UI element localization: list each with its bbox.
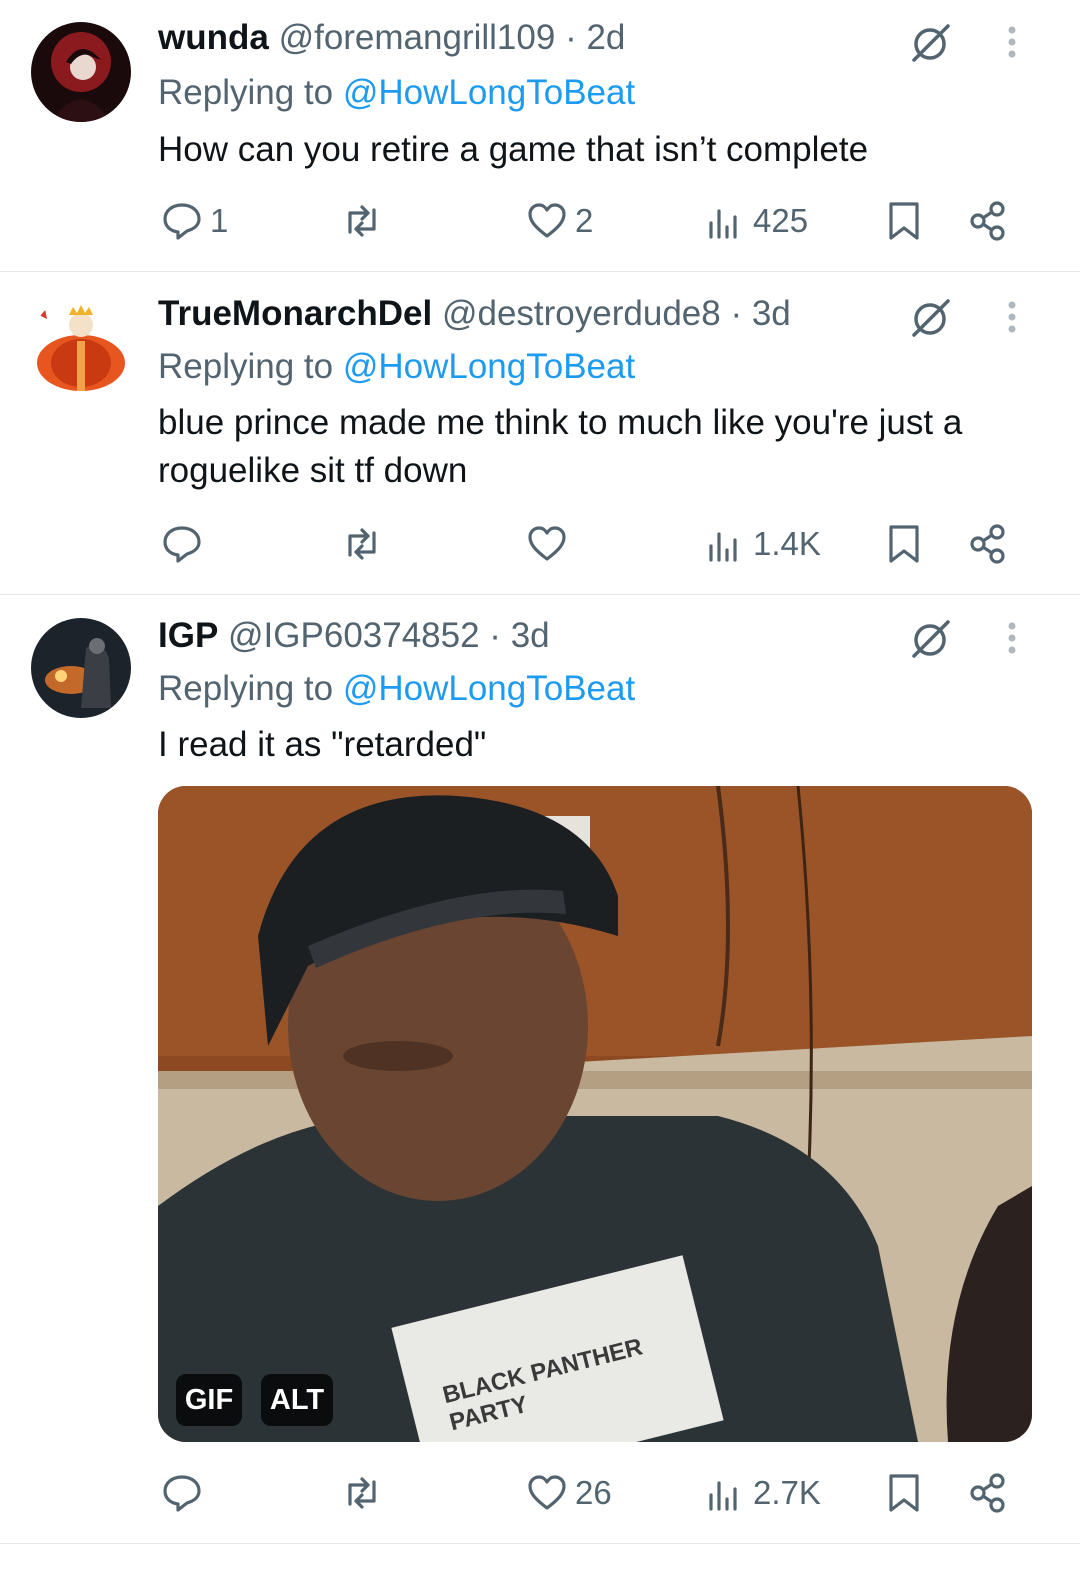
views-icon	[709, 1481, 737, 1511]
bookmark-button[interactable]	[882, 191, 926, 251]
user-handle[interactable]: @IGP60374852	[228, 616, 480, 655]
avatar[interactable]	[31, 295, 131, 395]
gif-badge: GIF	[176, 1374, 242, 1426]
views-button[interactable]: 1.4K	[703, 514, 821, 574]
share-button[interactable]	[966, 514, 1010, 574]
replying-to: Replying to @HowLongToBeat	[158, 73, 635, 113]
more-icon[interactable]	[998, 295, 1026, 343]
alt-badge[interactable]: ALT	[261, 1374, 333, 1426]
share-icon	[970, 201, 1005, 241]
views-count: 1.4K	[753, 525, 821, 562]
views-button[interactable]: 425	[703, 191, 808, 251]
reply-button[interactable]	[160, 1463, 210, 1523]
reply-button[interactable]	[160, 514, 210, 574]
replying-to: Replying to @HowLongToBeat	[158, 347, 635, 387]
bookmark-icon	[889, 525, 919, 563]
more-icon[interactable]	[998, 20, 1026, 68]
reply-icon	[163, 203, 201, 240]
tweet-header: wunda @foremangrill109 · 2d	[158, 18, 625, 58]
retweet-icon	[348, 205, 376, 237]
replying-to-label: Replying to	[158, 669, 343, 708]
like-button[interactable]: 2	[525, 191, 593, 251]
share-icon	[970, 1473, 1005, 1513]
display-name[interactable]: IGP	[158, 616, 218, 655]
share-button[interactable]	[966, 191, 1010, 251]
bookmark-icon	[889, 1474, 919, 1512]
tweet[interactable]: wunda @foremangrill109 · 2d Replying to …	[0, 0, 1080, 272]
reply-button[interactable]: 1	[160, 191, 228, 251]
separator: ·	[479, 616, 511, 655]
retweet-button[interactable]	[340, 1463, 390, 1523]
separator: ·	[555, 18, 587, 57]
retweet-icon	[348, 1477, 376, 1509]
views-icon	[709, 209, 737, 239]
views-count: 2.7K	[753, 1474, 821, 1511]
replying-to-handle[interactable]: @HowLongToBeat	[343, 669, 635, 708]
user-handle[interactable]: @foremangrill109	[279, 18, 556, 57]
tweet-actions: 26 2.7K	[0, 1463, 1080, 1523]
bookmark-button[interactable]	[882, 514, 926, 574]
tweet-text: How can you retire a game that isn’t com…	[158, 130, 869, 169]
retweet-button[interactable]	[340, 514, 390, 574]
bookmark-icon	[889, 202, 919, 240]
like-count: 2	[575, 202, 594, 239]
display-name[interactable]: wunda	[158, 18, 269, 57]
share-button[interactable]	[966, 1463, 1010, 1523]
grok-icon[interactable]	[906, 295, 954, 343]
views-button[interactable]: 2.7K	[703, 1463, 821, 1523]
timestamp[interactable]: 3d	[511, 616, 550, 655]
like-button[interactable]: 26	[525, 1463, 612, 1523]
user-handle[interactable]: @destroyerdude8	[442, 294, 721, 333]
tweet-header: TrueMonarchDel @destroyerdude8 · 3d	[158, 294, 791, 334]
views-icon	[709, 532, 737, 562]
timestamp[interactable]: 3d	[752, 294, 791, 333]
like-icon	[528, 203, 566, 238]
like-count: 26	[575, 1474, 612, 1511]
separator: ·	[720, 294, 752, 333]
more-icon[interactable]	[998, 616, 1026, 664]
replying-to-label: Replying to	[158, 73, 343, 112]
like-button[interactable]	[525, 514, 575, 574]
tweet-text: I read it as "retarded"	[158, 725, 487, 764]
avatar[interactable]	[31, 22, 131, 122]
reply-icon	[163, 526, 201, 563]
grok-icon[interactable]	[906, 20, 954, 68]
replying-to-handle[interactable]: @HowLongToBeat	[343, 73, 635, 112]
views-count: 425	[753, 202, 809, 239]
retweet-icon	[348, 528, 376, 560]
replying-to-label: Replying to	[158, 347, 343, 386]
replying-to: Replying to @HowLongToBeat	[158, 669, 635, 709]
timestamp[interactable]: 2d	[586, 18, 625, 57]
tweet-actions: 1.4K	[0, 514, 1080, 574]
tweet-header: IGP @IGP60374852 · 3d	[158, 616, 550, 656]
display-name[interactable]: TrueMonarchDel	[158, 294, 432, 333]
like-icon	[528, 1475, 566, 1510]
tweet-actions: 1 2 425	[0, 191, 1080, 251]
like-icon	[528, 526, 566, 561]
replying-to-handle[interactable]: @HowLongToBeat	[343, 347, 635, 386]
tweet-text: blue prince made me think to much like y…	[158, 403, 963, 490]
reply-count: 1	[210, 202, 229, 239]
avatar[interactable]	[31, 618, 131, 718]
reply-icon	[163, 1475, 201, 1512]
retweet-button[interactable]	[340, 191, 390, 251]
bookmark-button[interactable]	[882, 1463, 926, 1523]
grok-icon[interactable]	[906, 616, 954, 664]
tweet[interactable]: TrueMonarchDel @destroyerdude8 · 3d Repl…	[0, 271, 1080, 595]
share-icon	[970, 524, 1005, 564]
